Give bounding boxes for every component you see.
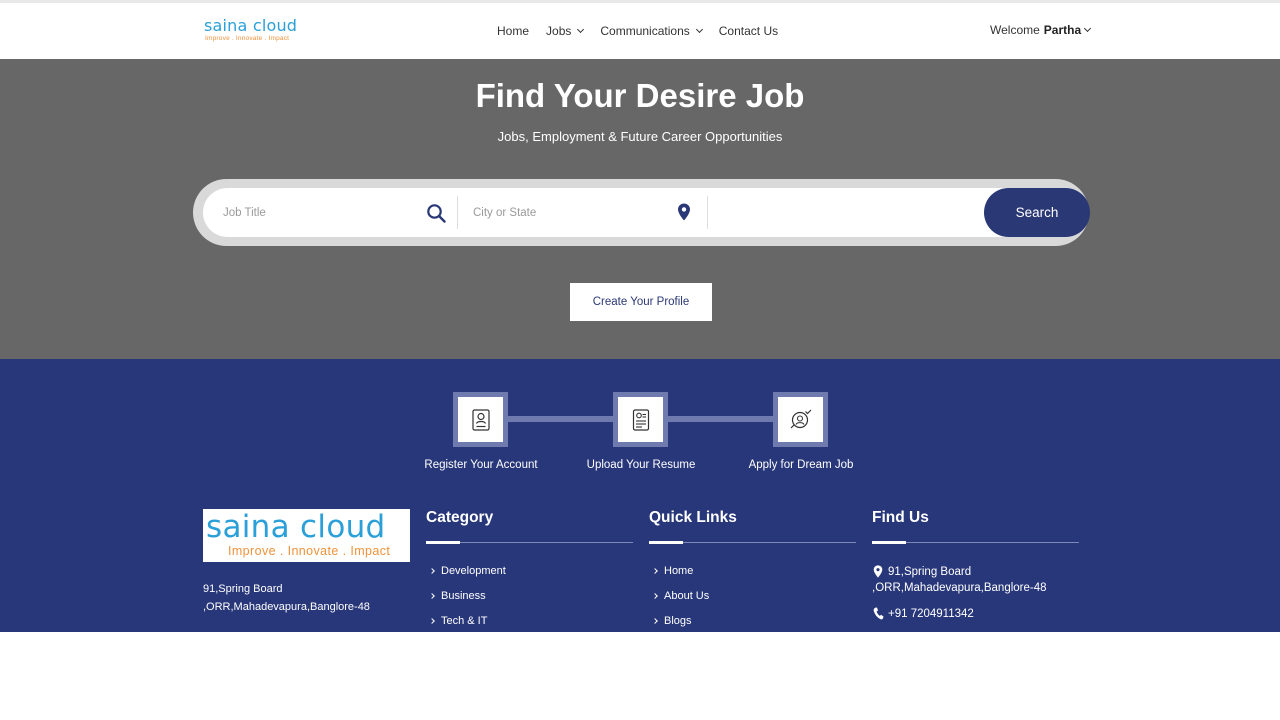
logo-text: saina cloud — [204, 16, 298, 35]
nav-item-communications[interactable]: Communications — [600, 24, 703, 38]
hero-title: Find Your Desire Job — [475, 77, 805, 114]
step-upload — [613, 392, 668, 447]
user-menu[interactable]: Welcome Partha — [990, 23, 1092, 37]
chevron-right-icon — [652, 618, 658, 624]
search-bar: Search — [193, 179, 1090, 246]
apply-icon — [790, 409, 811, 428]
phone-icon — [873, 607, 884, 620]
category-link-tech-it[interactable]: Tech & IT — [428, 615, 487, 627]
register-icon — [471, 408, 490, 431]
category-underline — [426, 541, 633, 544]
quick-link-about-us[interactable]: About Us — [651, 590, 709, 602]
search-bar-inner: Search — [203, 188, 1090, 237]
step-apply — [773, 392, 828, 447]
quick-link-home[interactable]: Home — [651, 565, 693, 577]
category-link-business[interactable]: Business — [428, 590, 486, 602]
nav-item-contact-us[interactable]: Contact Us — [719, 24, 778, 38]
footer-logo[interactable]: saina cloud Improve . Innovate . Impact — [203, 509, 410, 562]
step-label: Apply for Dream Job — [748, 459, 854, 471]
find-us-address-line: ,ORR,Mahadevapura,Banglore-48 — [872, 582, 1047, 594]
chevron-right-icon — [429, 618, 435, 624]
resume-icon — [632, 408, 649, 431]
chevron-down-icon — [695, 25, 703, 34]
address-line: ,ORR,Mahadevapura,Banglore-48 — [203, 601, 370, 613]
hero-subtitle: Jobs, Employment & Future Career Opportu… — [497, 129, 783, 144]
nav-item-label: Home — [497, 24, 530, 38]
step-label: Register Your Account — [424, 459, 538, 471]
footer-logo-text: saina cloud — [206, 509, 386, 545]
find-us-phone: +91 7204911342 — [888, 608, 974, 620]
step-connector — [506, 416, 616, 422]
create-profile-button[interactable]: Create Your Profile — [570, 283, 712, 321]
search-icon[interactable] — [426, 203, 446, 223]
step-label: Upload Your Resume — [586, 459, 696, 471]
category-link-development[interactable]: Development — [428, 565, 506, 577]
address-line: 91,Spring Board — [203, 583, 283, 595]
chevron-right-icon — [429, 568, 435, 574]
link-label: About Us — [664, 590, 710, 602]
site-header: saina cloud Improve . Innovate . Impact … — [0, 3, 1280, 59]
map-pin-icon — [678, 203, 690, 221]
page: saina cloud Improve . Innovate . Impact … — [0, 0, 1280, 720]
search-divider — [707, 196, 708, 229]
blank-area — [0, 632, 1280, 720]
search-divider — [457, 196, 458, 229]
nav-item-label: Jobs — [546, 24, 572, 38]
job-title-field — [223, 188, 413, 237]
link-label: Tech & IT — [441, 615, 488, 627]
nav-item-label: Contact Us — [718, 24, 779, 38]
location-field — [473, 188, 663, 237]
main-nav: Home Jobs Communications Contact Us — [497, 23, 795, 39]
user-name: Partha — [1043, 23, 1082, 37]
nav-item-jobs[interactable]: Jobs — [546, 24, 585, 38]
nav-item-home[interactable]: Home — [497, 24, 529, 38]
quick-links-underline — [649, 541, 856, 544]
job-title-input[interactable] — [223, 206, 413, 219]
chevron-right-icon — [429, 593, 435, 599]
link-label: Blogs — [664, 615, 692, 627]
link-label: Development — [441, 565, 506, 577]
chevron-right-icon — [652, 593, 658, 599]
welcome-text: Welcome — [990, 23, 1040, 37]
logo-tagline: Improve . Innovate . Impact — [205, 35, 290, 42]
step-connector — [666, 416, 776, 422]
link-label: Business — [441, 590, 486, 602]
find-us-address-line: 91,Spring Board — [888, 566, 972, 578]
header-logo[interactable]: saina cloud Improve . Innovate . Impact — [204, 17, 304, 47]
search-button[interactable]: Search — [984, 188, 1090, 237]
footer-address: 91,Spring Board ,ORR,Mahadevapura,Banglo… — [203, 580, 413, 616]
link-label: Home — [664, 565, 694, 577]
quick-link-blogs[interactable]: Blogs — [651, 615, 692, 627]
location-input[interactable] — [473, 206, 663, 219]
find-us-title: Find Us — [872, 509, 929, 526]
footer-section: Register Your Account Upload Your Resume… — [0, 359, 1280, 632]
hero-section: Find Your Desire Job Jobs, Employment & … — [0, 59, 1280, 359]
find-us-underline — [872, 541, 1079, 544]
step-register — [453, 392, 508, 447]
chevron-right-icon — [652, 568, 658, 574]
chevron-down-icon — [1084, 24, 1092, 33]
chevron-down-icon — [577, 25, 585, 34]
footer-logo-tagline: Improve . Innovate . Impact — [228, 544, 391, 558]
map-pin-icon — [873, 565, 883, 578]
nav-item-label: Communications — [600, 24, 690, 38]
category-title: Category — [426, 509, 494, 526]
quick-links-title: Quick Links — [649, 509, 737, 526]
